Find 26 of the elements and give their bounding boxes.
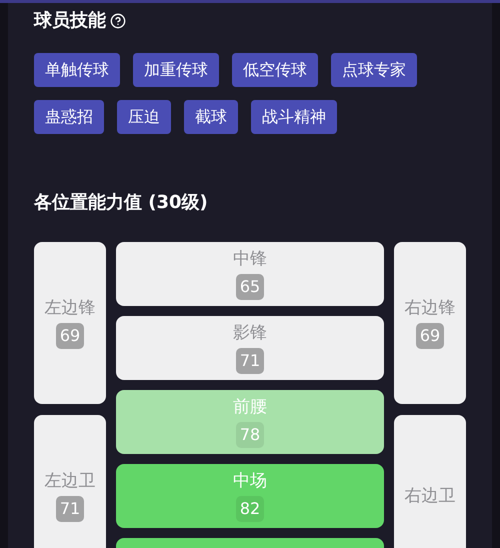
position-name: 中锋 (233, 248, 267, 270)
rating-badge: 82 (236, 496, 264, 522)
rating-badge: 78 (236, 422, 264, 448)
skill-tag: 单触传球 (34, 53, 120, 87)
skill-tag: 点球专家 (331, 53, 417, 87)
section-title: 各位置能力值 (30级) (34, 191, 209, 215)
skill-tag: 加重传球 (133, 53, 219, 87)
rating-badge: 65 (236, 274, 264, 300)
position-name: 右边卫 (404, 485, 456, 507)
position-name: 前腰 (233, 396, 267, 418)
rating-badge: 71 (56, 496, 84, 522)
skill-tag: 压迫 (117, 100, 171, 134)
rating-badge: 69 (416, 323, 444, 349)
skill-tag: 蛊惑招 (34, 100, 104, 134)
help-icon[interactable] (110, 13, 126, 29)
position-name: 右边锋 (404, 297, 456, 319)
position-name: 左边卫 (44, 470, 96, 492)
skill-tag: 截球 (184, 100, 238, 134)
rating-badge: 71 (236, 348, 264, 374)
position-name: 影锋 (233, 322, 267, 344)
skill-tag: 低空传球 (232, 53, 318, 87)
rating-badge: 69 (56, 323, 84, 349)
skill-tag: 战斗精神 (251, 100, 337, 134)
position-name: 左边锋 (44, 297, 96, 319)
section-title: 球员技能 (34, 9, 106, 33)
position-name: 中场 (233, 470, 267, 492)
